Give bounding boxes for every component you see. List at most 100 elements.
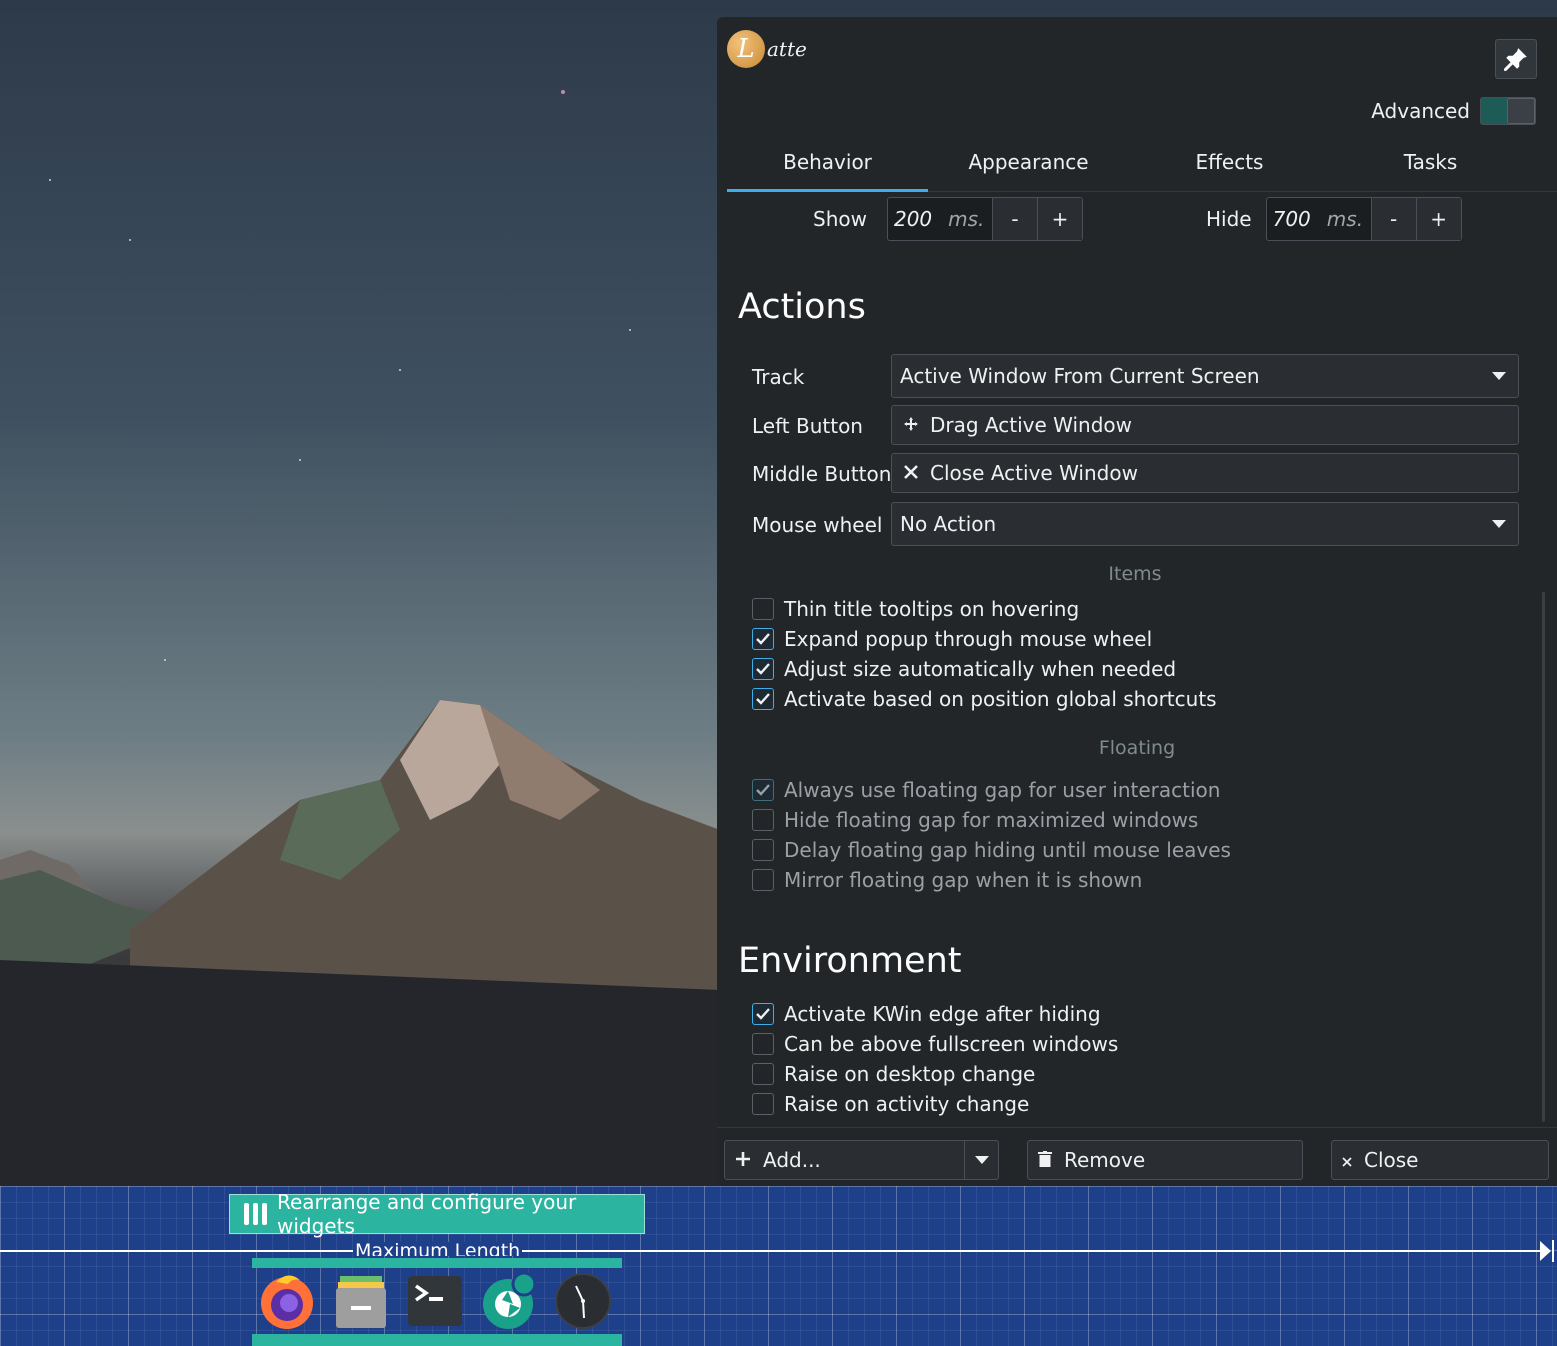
track-label: Track: [752, 365, 805, 389]
show-delay-spinbox: 200 ms. - +: [886, 197, 1083, 241]
checkbox-box: [752, 598, 774, 620]
checkbox-label: Activate based on position global shortc…: [784, 687, 1217, 711]
checkbox-label: Raise on activity change: [784, 1092, 1030, 1116]
latte-dock-edit-area: Rearrange and configure your widgets Max…: [0, 1186, 1557, 1346]
close-icon: [900, 463, 922, 484]
close-label: Close: [1364, 1148, 1419, 1172]
dock-app-list: [258, 1272, 612, 1330]
show-decrease-button[interactable]: -: [991, 198, 1037, 240]
hide-label: Hide: [1206, 207, 1252, 231]
plus-icon: [735, 1148, 751, 1172]
maximum-length-ruler: [0, 1250, 1540, 1252]
chevron-down-icon: [1492, 372, 1506, 380]
file-manager-icon[interactable]: [332, 1272, 390, 1330]
terminal-icon[interactable]: [406, 1272, 464, 1330]
tab-bar: Behavior Appearance Effects Tasks: [727, 137, 1557, 192]
track-value: Active Window From Current Screen: [900, 364, 1260, 388]
left-button-action-button[interactable]: Drag Active Window: [891, 405, 1519, 445]
checkmark-icon: [756, 784, 770, 796]
always-floating-gap-checkbox[interactable]: Always use floating gap for user interac…: [752, 776, 1220, 804]
checkbox-box: [752, 688, 774, 710]
checkbox-label: Always use floating gap for user interac…: [784, 778, 1221, 802]
checkbox-box: [752, 1003, 774, 1025]
checkbox-label: Hide floating gap for maximized windows: [784, 808, 1199, 832]
adjust-size-checkbox[interactable]: Adjust size automatically when needed: [752, 655, 1176, 683]
thin-title-tooltips-checkbox[interactable]: Thin title tooltips on hovering: [752, 595, 1079, 623]
rearrange-widgets-button[interactable]: Rearrange and configure your widgets: [229, 1190, 645, 1238]
checkbox-label: Thin title tooltips on hovering: [784, 597, 1080, 621]
dock-background-top: [252, 1258, 622, 1268]
maximum-length-end-marker: [1552, 1240, 1554, 1262]
show-delay-row: Show 200 ms. - +: [813, 197, 1083, 241]
checkmark-icon: [756, 1008, 770, 1020]
firefox-icon[interactable]: [258, 1272, 316, 1330]
hide-delay-input[interactable]: 700 ms.: [1267, 198, 1371, 240]
middle-button-action-button[interactable]: Close Active Window: [891, 453, 1519, 493]
activate-kwin-edge-checkbox[interactable]: Activate KWin edge after hiding: [752, 1000, 1101, 1028]
checkbox-label: Activate KWin edge after hiding: [784, 1002, 1101, 1026]
remove-button[interactable]: Remove: [1027, 1140, 1303, 1180]
raise-on-desktop-change-checkbox[interactable]: Raise on desktop change: [752, 1060, 1035, 1088]
maximum-length-handle[interactable]: [1540, 1241, 1551, 1261]
raise-on-activity-change-checkbox[interactable]: Raise on activity change: [752, 1090, 1029, 1118]
checkbox-box: [752, 809, 774, 831]
advanced-toggle-row: Advanced: [1371, 97, 1536, 125]
checkbox-box: [752, 1093, 774, 1115]
show-label: Show: [813, 207, 867, 231]
environment-heading: Environment: [738, 941, 962, 981]
checkbox-box: [752, 869, 774, 891]
middle-button-label: Middle Button: [752, 462, 892, 486]
hide-increase-button[interactable]: +: [1415, 198, 1461, 240]
close-button[interactable]: Close: [1331, 1140, 1549, 1180]
switch-knob: [1507, 98, 1535, 124]
advanced-label: Advanced: [1371, 99, 1470, 123]
expand-popup-checkbox[interactable]: Expand popup through mouse wheel: [752, 625, 1152, 653]
tab-appearance[interactable]: Appearance: [928, 137, 1129, 191]
mouse-wheel-value: No Action: [900, 512, 997, 536]
hide-delay-unit: ms.: [1326, 207, 1364, 231]
latte-logo: L atte: [727, 29, 807, 69]
checkbox-box: [752, 1033, 774, 1055]
clock-icon[interactable]: [554, 1272, 612, 1330]
mirror-floating-gap-checkbox[interactable]: Mirror floating gap when it is shown: [752, 866, 1142, 894]
hide-delay-spinbox: 700 ms. - +: [1265, 197, 1462, 241]
show-delay-input[interactable]: 200 ms.: [888, 198, 992, 240]
tab-effects[interactable]: Effects: [1129, 137, 1330, 191]
chevron-down-icon: [1492, 520, 1506, 528]
latte-logo-text: atte: [767, 37, 807, 61]
left-button-value: Drag Active Window: [930, 413, 1133, 437]
dock-background-bottom: [252, 1334, 622, 1346]
tab-behavior[interactable]: Behavior: [727, 137, 928, 192]
hide-decrease-button[interactable]: -: [1370, 198, 1416, 240]
show-delay-value: 200: [893, 207, 933, 231]
vertical-scrollbar[interactable]: [1542, 592, 1545, 1122]
remove-label: Remove: [1064, 1148, 1146, 1172]
hide-floating-gap-checkbox[interactable]: Hide floating gap for maximized windows: [752, 806, 1198, 834]
left-button-label: Left Button: [752, 414, 863, 438]
checkmark-icon: [756, 633, 770, 645]
checkbox-label: Adjust size automatically when needed: [784, 657, 1177, 681]
checkmark-icon: [756, 663, 770, 675]
add-dropdown-button[interactable]: [964, 1141, 998, 1179]
tab-tasks[interactable]: Tasks: [1330, 137, 1531, 191]
checkbox-box: [752, 658, 774, 680]
add-button[interactable]: Add...: [724, 1140, 999, 1180]
actions-heading: Actions: [738, 287, 866, 327]
checkmark-icon: [756, 693, 770, 705]
checkbox-label: Raise on desktop change: [784, 1062, 1036, 1086]
activate-global-shortcuts-checkbox[interactable]: Activate based on position global shortc…: [752, 685, 1217, 713]
pin-button[interactable]: [1495, 39, 1537, 79]
above-fullscreen-checkbox[interactable]: Can be above fullscreen windows: [752, 1030, 1118, 1058]
advanced-switch[interactable]: [1480, 97, 1536, 125]
track-combobox[interactable]: Active Window From Current Screen: [891, 354, 1519, 398]
checkbox-label: Mirror floating gap when it is shown: [784, 868, 1143, 892]
hide-delay-row: Hide 700 ms. - +: [1206, 197, 1462, 241]
latte-settings-window: L atte Advanced Behavior Appearance Effe…: [717, 17, 1557, 1186]
screenshot-icon[interactable]: [480, 1272, 538, 1330]
footer-bar: Add... Remove Close: [717, 1127, 1557, 1186]
mouse-wheel-combobox[interactable]: No Action: [891, 502, 1519, 546]
show-increase-button[interactable]: +: [1036, 198, 1082, 240]
checkbox-label: Delay floating gap hiding until mouse le…: [784, 838, 1231, 862]
hide-delay-value: 700: [1272, 207, 1311, 231]
delay-floating-gap-checkbox[interactable]: Delay floating gap hiding until mouse le…: [752, 836, 1231, 864]
